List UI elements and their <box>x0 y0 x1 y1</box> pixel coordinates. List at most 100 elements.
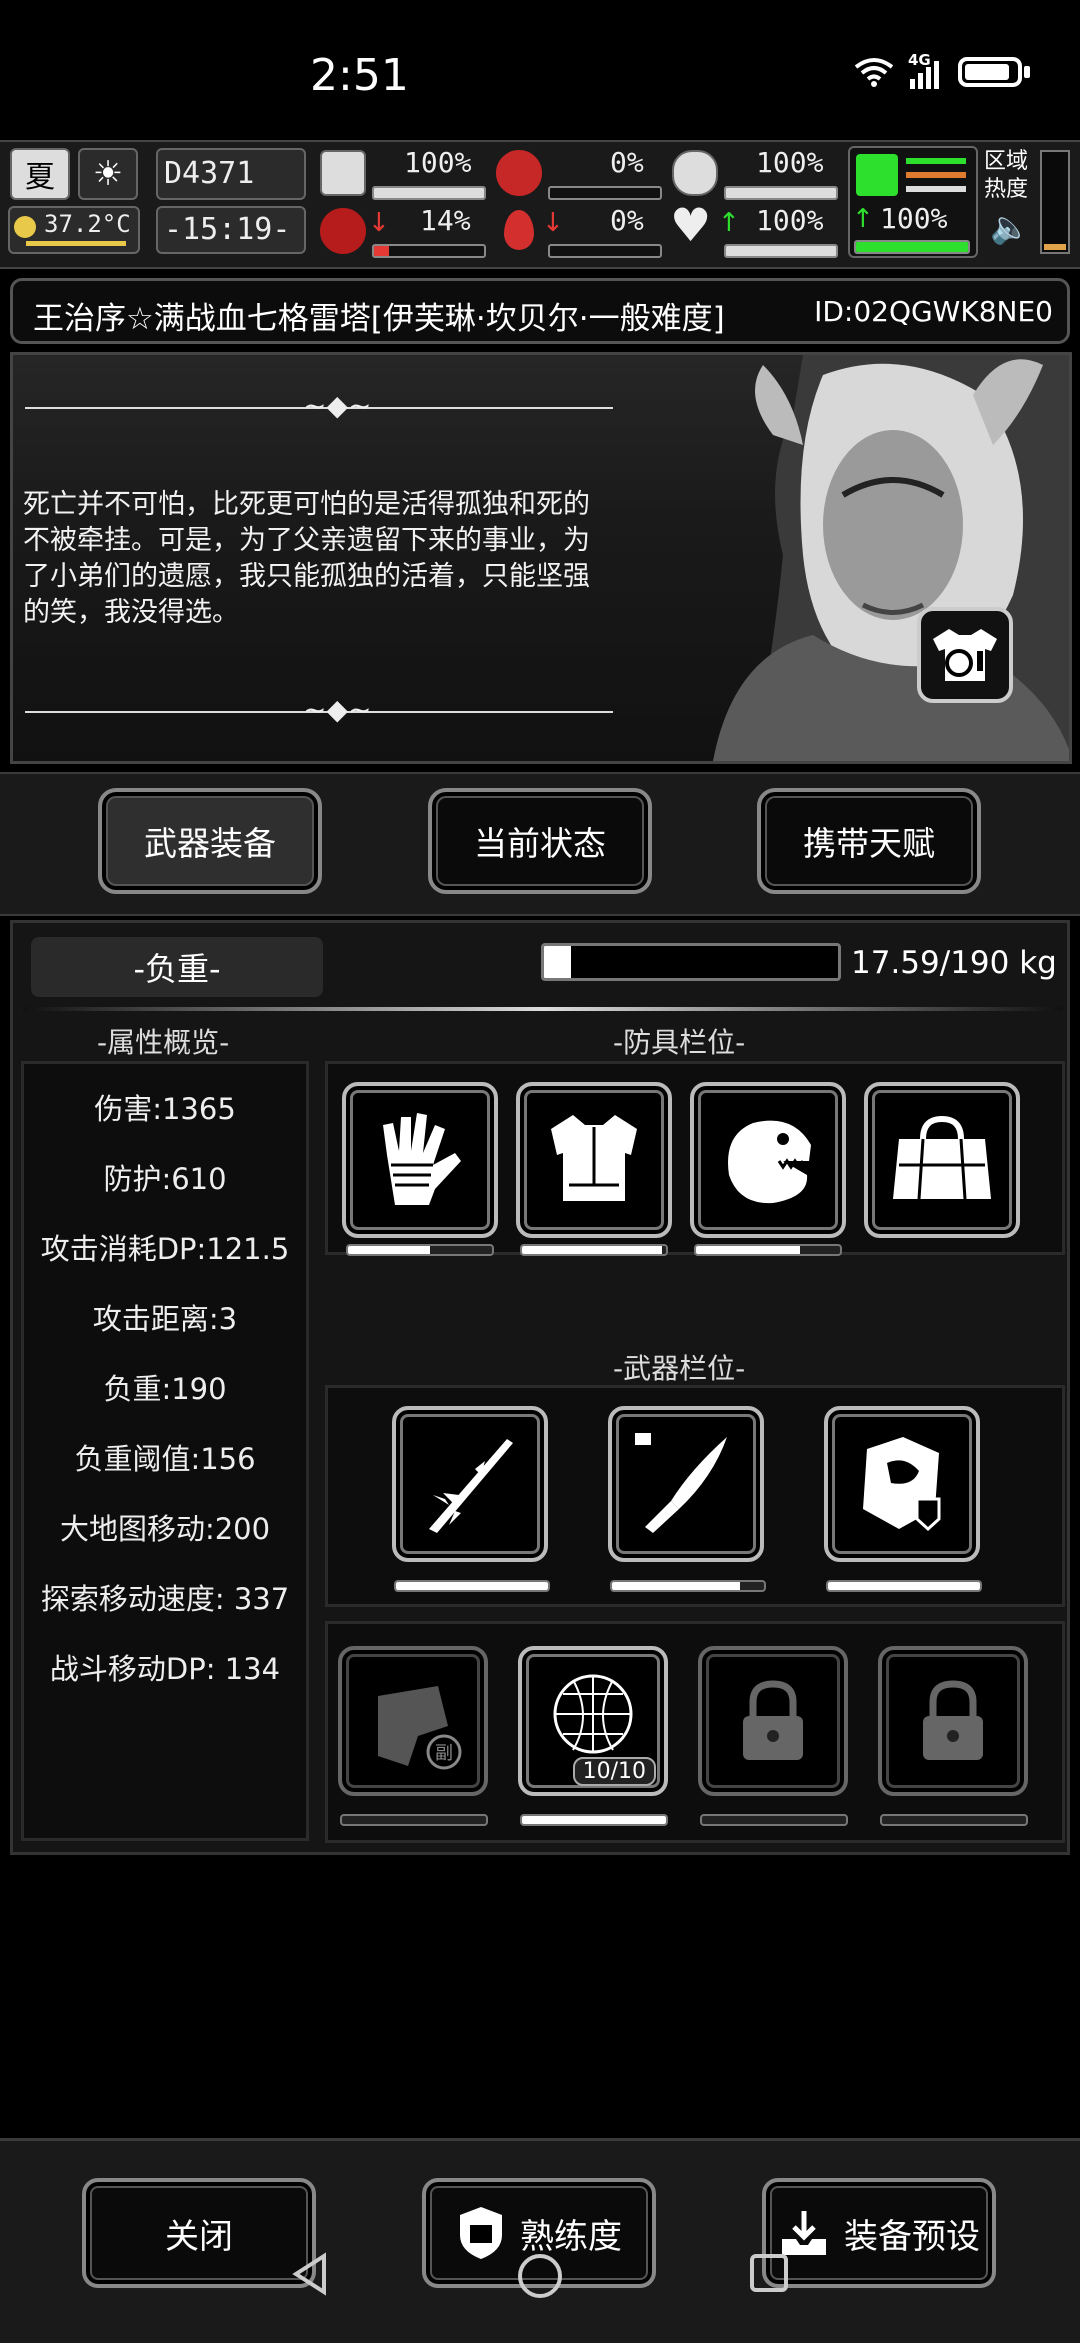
zone-heat-meter <box>1040 150 1070 254</box>
lock-icon <box>743 1680 803 1760</box>
armor-durability-bar <box>520 1244 668 1256</box>
hunger-value: 0% <box>610 146 644 179</box>
slot-durability-bar <box>700 1814 848 1826</box>
dino-mask-icon <box>728 1120 811 1204</box>
stamina-bar <box>854 240 970 254</box>
slot-durability-bar <box>880 1814 1028 1826</box>
duffel-bag-icon <box>893 1115 991 1200</box>
cell-signal-icon: 4G <box>908 51 944 89</box>
status-time: 2:51 <box>310 50 409 101</box>
system-icons: 4G <box>854 51 1030 89</box>
stat-explore-speed: 探索移动速度: 337 <box>40 1582 290 1616</box>
armor-slot-helmet[interactable] <box>690 1082 846 1238</box>
slot-durability-bar <box>340 1814 488 1826</box>
weight-label: -负重- <box>31 937 323 997</box>
day-counter: D4371 <box>156 148 306 200</box>
armor-durability-bar <box>346 1244 494 1256</box>
weapon-durability-bar <box>610 1580 766 1592</box>
story-text: 死亡并不可怕，比死更可怕的是活得孤独和死的不被牵挂。可是，为了父亲遗留下来的事业… <box>23 489 590 628</box>
outfit-swap-icon <box>933 629 997 681</box>
vest-icon <box>551 1115 637 1201</box>
character-title: 王治序☆满战血七格雷塔[伊芙琳·坎贝尔·一般难度] <box>33 301 725 337</box>
shield-gauntlet-icon <box>863 1437 941 1532</box>
battery-icon <box>958 57 1022 87</box>
health-value: 100% <box>404 146 472 179</box>
game-clock: -15:19- <box>156 206 306 254</box>
thermometer-icon <box>14 216 36 238</box>
armor-durability-bar <box>694 1244 842 1256</box>
tab-carried-talents[interactable]: 携带天赋 <box>757 788 981 894</box>
nav-recents-icon[interactable] <box>748 2252 790 2294</box>
stat-attack-dp: 攻击消耗DP:121.5 <box>40 1232 290 1266</box>
survival-hud: 夏 ☀ 37.2°C D4371 -15:19- 100% 0% 100% ↓ … <box>0 140 1080 269</box>
weapons-heading: -武器栏位- <box>613 1352 746 1385</box>
weapon-slot-1[interactable] <box>392 1406 548 1562</box>
nav-back-icon[interactable] <box>290 2252 330 2296</box>
weapon-slot-3[interactable] <box>824 1406 980 1562</box>
volume-icon[interactable]: 🔈 <box>990 208 1030 246</box>
character-title-bar: 王治序☆满战血七格雷塔[伊芙琳·坎贝尔·一般难度] ID:02QGWK8NE0 <box>10 278 1070 344</box>
ornament-bottom-icon: ~◆~ <box>303 693 372 726</box>
season-badge: 夏 <box>10 148 70 200</box>
stat-combat-move-dp: 战斗移动DP: 134 <box>49 1652 281 1686</box>
stat-attack-range: 攻击距离:3 <box>92 1302 238 1336</box>
extra-slots-panel: 副 10/10 <box>325 1621 1065 1843</box>
tab-current-status[interactable]: 当前状态 <box>428 788 652 894</box>
attributes-heading: -属性概览- <box>97 1026 230 1059</box>
armor-heading: -防具栏位- <box>613 1026 746 1059</box>
weapon-slot-2[interactable] <box>608 1406 764 1562</box>
svg-text:副: 副 <box>435 1743 453 1764</box>
fist-secondary-icon: 副 <box>378 1686 462 1770</box>
stamina-panel: ↑ 100% <box>848 146 978 258</box>
stat-map-move: 大地图移动:200 <box>59 1512 271 1546</box>
throwable-slot[interactable]: 10/10 <box>518 1646 668 1796</box>
armor-slot-vest[interactable] <box>516 1082 672 1238</box>
trend-down-icon: ↓ <box>368 208 390 238</box>
sanity-value: 100% <box>756 146 824 179</box>
attributes-panel: 伤害:1365 防护:610 攻击消耗DP:121.5 攻击距离:3 负重:19… <box>21 1061 309 1841</box>
character-portrait <box>713 355 1069 761</box>
sanity-bar <box>724 186 838 200</box>
mood-bar <box>724 244 838 258</box>
equipment-preset-button[interactable]: 装备预设 <box>762 2178 996 2288</box>
trend-up-icon: ↑ <box>852 204 874 234</box>
badge-icon <box>460 2207 502 2259</box>
medkit-icon <box>320 150 366 196</box>
ornament-top-icon: ~◆~ <box>303 389 372 422</box>
nav-home-icon[interactable] <box>516 2252 564 2300</box>
mood-value: 100% <box>756 204 824 237</box>
equipment-panel: -负重- 17.59/190 kg -属性概览- -防具栏位- 伤害:1365 … <box>10 920 1070 1855</box>
armor-slot-gloves[interactable] <box>342 1082 498 1238</box>
infection-value: 14% <box>420 204 471 237</box>
stomach-icon <box>496 150 542 196</box>
virus-icon <box>320 208 366 254</box>
change-outfit-button[interactable] <box>917 607 1013 703</box>
trend-up-icon: ↑ <box>718 208 740 238</box>
zone-heat-label: 区域热度 <box>984 149 1029 202</box>
secondary-slot[interactable]: 副 <box>338 1646 488 1796</box>
character-story-panel: ~◆~ ~◆~ 死亡并不可怕，比死更可怕的是活得孤独和死的不被牵挂。可是，为了父… <box>10 352 1072 764</box>
locked-slot-1[interactable] <box>698 1646 848 1796</box>
lock-icon <box>923 1680 983 1760</box>
locked-slot-2[interactable] <box>878 1646 1028 1796</box>
spear-icon <box>429 1439 513 1533</box>
stamina-value: 100% <box>880 202 948 235</box>
armor-slot-bag[interactable] <box>864 1082 1020 1238</box>
tab-weapons-equipment[interactable]: 武器装备 <box>98 788 322 894</box>
knife-icon <box>635 1433 727 1533</box>
boot-icon <box>856 154 898 196</box>
heart-icon: ♥ <box>670 198 712 252</box>
mask-icon <box>672 150 718 196</box>
weight-value: 17.59/190 kg <box>851 945 1057 981</box>
health-bar <box>372 186 486 200</box>
armor-slots-panel <box>325 1061 1065 1256</box>
stat-damage: 伤害:1365 <box>94 1092 236 1126</box>
blood-drop-icon <box>504 210 534 250</box>
thirst-bar <box>548 244 662 258</box>
stat-load-threshold: 负重阈值:156 <box>74 1442 256 1476</box>
temperature-readout: 37.2°C <box>8 206 140 254</box>
close-button[interactable]: 关闭 <box>82 2178 316 2288</box>
slot-durability-bar <box>520 1814 668 1826</box>
weapon-durability-bar <box>394 1580 550 1592</box>
infection-bar <box>372 244 486 258</box>
